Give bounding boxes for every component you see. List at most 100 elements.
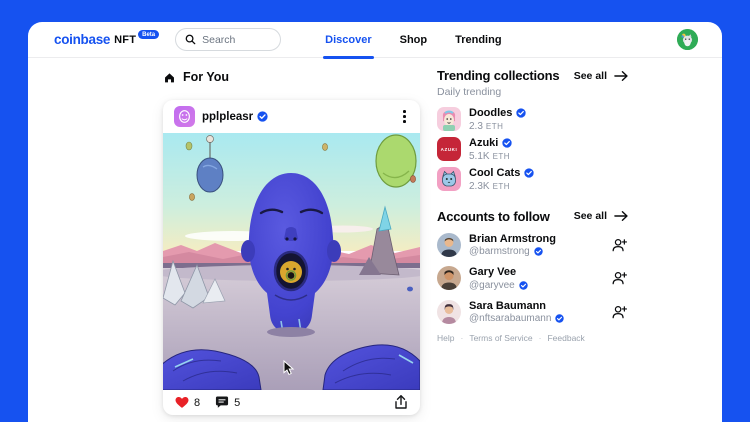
verified-badge-icon <box>502 138 513 148</box>
trending-collections-title: Trending collections <box>437 68 560 83</box>
post-menu-button[interactable] <box>400 107 409 126</box>
person-add-icon <box>612 272 627 285</box>
for-you-label: For You <box>183 70 230 84</box>
trending-subtitle: Daily trending <box>437 86 502 98</box>
footer-separator: · <box>460 333 464 343</box>
nav-tab-shop[interactable]: Shop <box>400 22 428 58</box>
follow-button[interactable] <box>610 269 629 287</box>
footer-link-terms[interactable]: Terms of Service <box>469 333 532 343</box>
account-name: Sara Baumann <box>469 299 547 312</box>
post-header: pplpleasr <box>163 100 420 133</box>
azuki-avatar: AZUKI <box>437 137 461 162</box>
top-navigation-bar: coinbase NFT Beta Discover Shop <box>28 22 722 59</box>
accounts-see-all-label: See all <box>573 210 607 222</box>
coinbase-nft-logo[interactable]: coinbase NFT Beta <box>54 30 160 47</box>
share-button[interactable] <box>394 395 408 410</box>
collection-unit: ETH <box>485 122 504 131</box>
verified-badge-icon <box>257 111 268 122</box>
trending-see-all-label: See all <box>573 69 607 82</box>
profile-avatar-button[interactable] <box>677 29 698 50</box>
collection-row-azuki[interactable]: AZUKI Azuki 5.1K ETH <box>437 137 629 162</box>
primary-nav: Discover Shop Trending <box>323 22 502 59</box>
for-you-heading: For You <box>163 70 229 84</box>
nav-tab-trending[interactable]: Trending <box>455 22 501 58</box>
collection-unit: ETH <box>492 152 511 161</box>
account-meta: Gary Vee @garyvee <box>469 266 528 291</box>
nav-tab-discover[interactable]: Discover <box>323 22 374 59</box>
trending-collections-header: Trending collections See all <box>437 68 629 83</box>
accounts-see-all-link[interactable]: See all <box>574 210 629 222</box>
follow-button[interactable] <box>610 303 629 321</box>
app-window: coinbase NFT Beta Discover Shop <box>0 0 750 422</box>
account-meta: Brian Armstrong @barmstrong <box>469 233 556 258</box>
coolcats-avatar <box>437 167 461 192</box>
trending-see-all-link[interactable]: See all <box>574 70 629 82</box>
feed-post-card: pplpleasr 8 5 <box>163 100 420 415</box>
collection-value: 5.1K <box>469 150 490 162</box>
collection-value: 2.3K <box>469 180 490 192</box>
footer-link-help[interactable]: Help <box>437 333 454 343</box>
account-name: Gary Vee <box>469 266 517 278</box>
share-icon <box>395 395 407 409</box>
accounts-header: Accounts to follow See all <box>437 209 629 224</box>
account-row-gary-vee[interactable]: Gary Vee @garyvee <box>437 266 629 291</box>
logo-brand-text: coinbase <box>54 32 111 47</box>
search-bar[interactable] <box>175 28 282 51</box>
follow-button[interactable] <box>610 236 629 254</box>
right-sidebar: Trending collections See all Daily trend… <box>437 68 629 343</box>
account-row-sara-baumann[interactable]: Sara Baumann @nftsarabaumann <box>437 299 629 324</box>
verified-badge-icon <box>555 314 565 323</box>
like-button[interactable] <box>175 396 189 409</box>
person-add-icon <box>612 305 627 319</box>
account-handle: @barmstrong <box>469 246 530 257</box>
brian-avatar <box>437 232 461 257</box>
footer-separator: · <box>538 333 542 343</box>
accounts-to-follow-section: Accounts to follow See all Brian Armstro… <box>437 209 629 324</box>
trending-collection-list: Doodles 2.3 ETH AZUKI Azuki 5.1K ETH Coo… <box>437 107 629 192</box>
verified-badge-icon <box>519 280 528 290</box>
heart-icon <box>175 396 189 408</box>
arrow-right-icon <box>614 70 628 81</box>
footer-link-feedback[interactable]: Feedback <box>547 333 584 343</box>
post-author-avatar[interactable] <box>174 106 195 127</box>
post-action-bar: 8 5 <box>163 390 420 415</box>
account-meta: Sara Baumann @nftsarabaumann <box>469 299 565 324</box>
azuki-avatar-label: AZUKI <box>440 146 458 152</box>
beta-badge: Beta <box>138 30 160 39</box>
account-row-brian-armstrong[interactable]: Brian Armstrong @barmstrong <box>437 232 629 258</box>
post-author-name[interactable]: pplpleasr <box>202 111 253 123</box>
collection-unit: ETH <box>492 182 511 191</box>
comment-count: 5 <box>234 396 241 409</box>
comment-button[interactable] <box>215 396 229 409</box>
search-input[interactable] <box>202 33 273 46</box>
account-handle: @nftsarabaumann <box>469 313 552 324</box>
verified-badge-icon <box>516 108 527 118</box>
main-panel: coinbase NFT Beta Discover Shop <box>28 22 722 422</box>
like-count: 8 <box>194 396 201 409</box>
accounts-title: Accounts to follow <box>437 208 550 224</box>
nft-artwork-image[interactable] <box>163 133 420 390</box>
nav-tab-discover-label: Discover <box>325 33 372 46</box>
cat-avatar-icon <box>677 29 698 50</box>
person-add-icon <box>612 238 627 252</box>
comment-icon <box>216 396 229 408</box>
home-icon <box>163 71 176 84</box>
nav-tab-trending-label: Trending <box>455 33 502 46</box>
doodles-avatar <box>437 107 461 132</box>
collection-row-doodles[interactable]: Doodles 2.3 ETH <box>437 107 629 132</box>
collection-value: 2.3 <box>469 120 483 132</box>
collection-row-cool-cats[interactable]: Cool Cats 2.3K ETH <box>437 167 629 192</box>
search-icon <box>185 34 196 45</box>
accounts-list: Brian Armstrong @barmstrong Gary Vee @ga… <box>437 232 629 324</box>
account-name: Brian Armstrong <box>469 232 556 245</box>
nav-tab-shop-label: Shop <box>399 33 428 46</box>
collection-meta: Doodles 2.3 ETH <box>469 107 527 132</box>
mask-face-avatar-icon <box>179 110 190 123</box>
collection-meta: Azuki 5.1K ETH <box>469 137 513 162</box>
sidebar-footer-links: Help · Terms of Service · Feedback <box>437 333 629 343</box>
gary-avatar <box>437 266 461 291</box>
account-handle: @garyvee <box>469 279 515 291</box>
collection-name: Cool Cats <box>469 167 521 179</box>
collection-meta: Cool Cats 2.3K ETH <box>469 167 535 192</box>
collection-name: Azuki <box>469 137 499 149</box>
